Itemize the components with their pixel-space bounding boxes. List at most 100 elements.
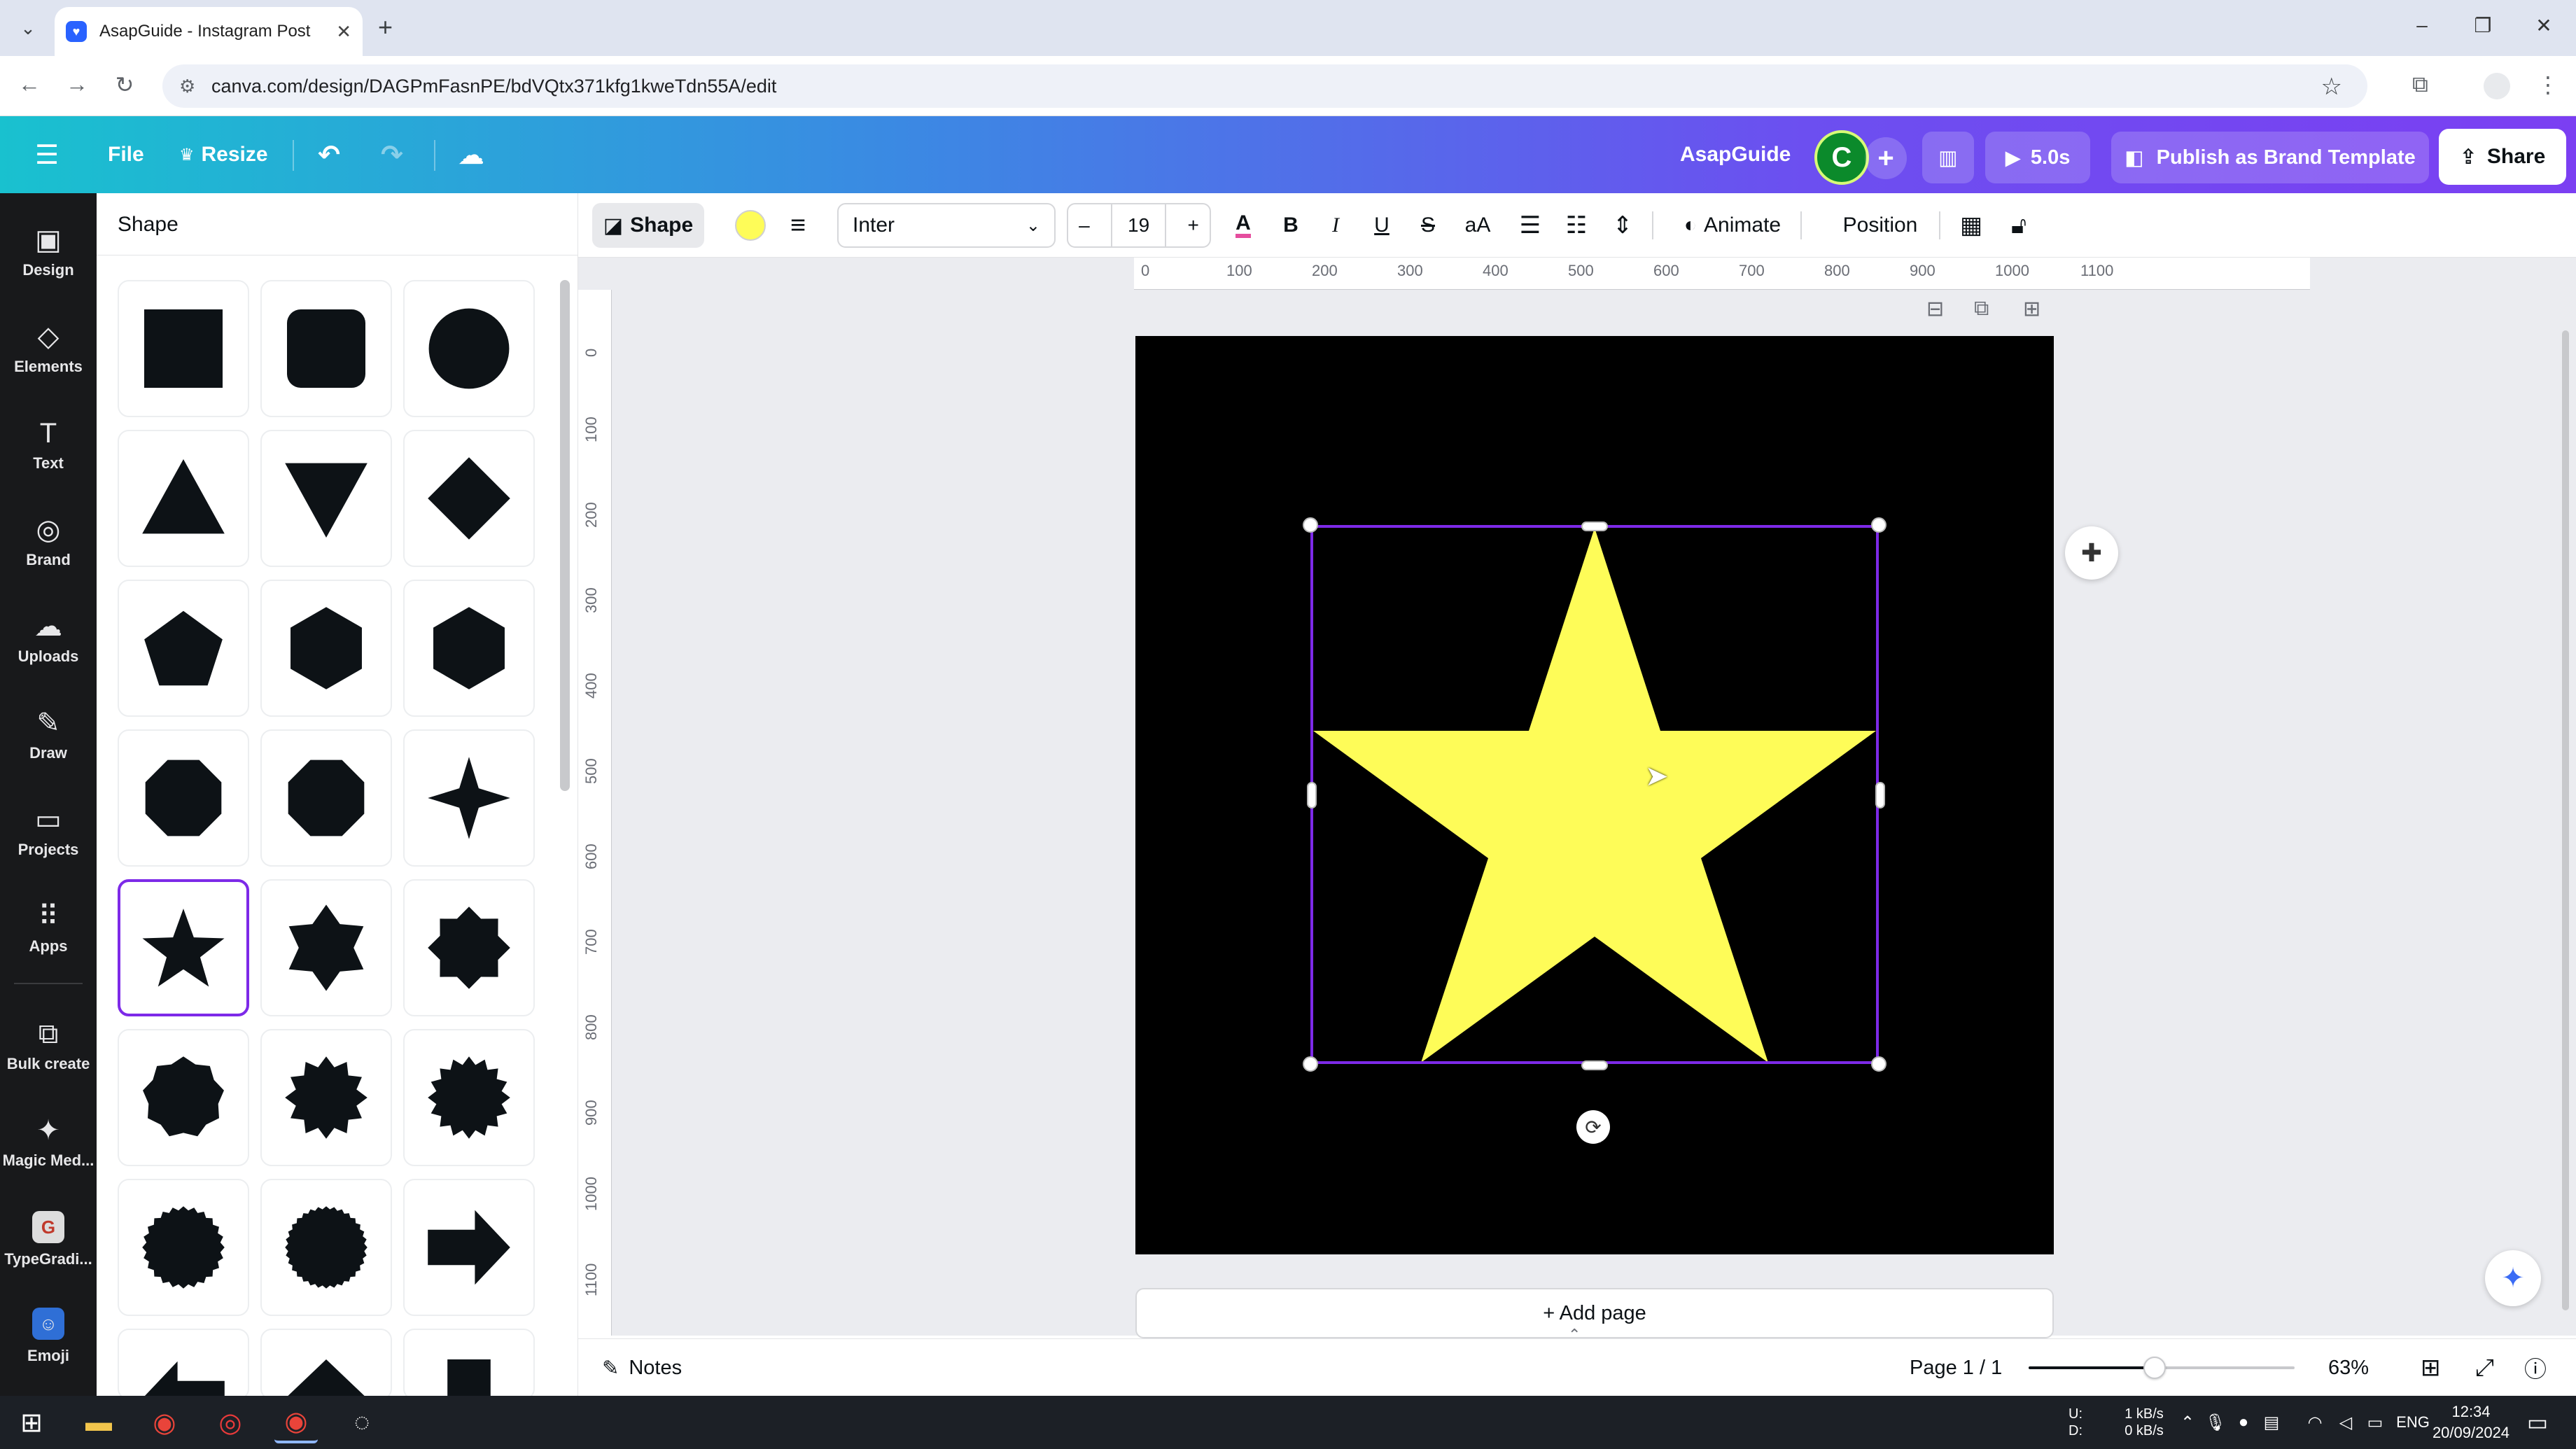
restore-icon[interactable]: ❐	[2469, 14, 2497, 37]
chrome-icon[interactable]: ◉	[143, 1401, 186, 1443]
volume-icon[interactable]: ◁	[2334, 1396, 2358, 1449]
rail-item-apps[interactable]: ⠿ Apps	[0, 883, 97, 974]
avatar[interactable]: C	[1814, 130, 1869, 185]
fill-color-button[interactable]	[728, 203, 773, 248]
decrease-size-button[interactable]: –	[1079, 214, 1090, 237]
rail-item-typegradient[interactable]: G TypeGradi...	[0, 1194, 97, 1285]
shape-option-eight-point-star[interactable]	[403, 879, 535, 1016]
redo-icon[interactable]: ↷	[381, 116, 403, 193]
notification-icon[interactable]: ▭	[2520, 1396, 2555, 1449]
add-page-icon[interactable]: ⊞	[2023, 297, 2040, 321]
zoom-slider-handle[interactable]	[2143, 1357, 2166, 1379]
team-name[interactable]: AsapGuide	[1680, 116, 1791, 193]
shape-option-five-point-star[interactable]	[118, 879, 249, 1016]
windows-start-icon[interactable]: ⊞	[10, 1401, 53, 1443]
hamburger-menu-icon[interactable]: ☰	[35, 116, 59, 193]
url-field[interactable]: ⚙ canva.com/design/DAGPmFasnPE/bdVQtx371…	[162, 64, 2367, 108]
shape-option-arrow-right[interactable]	[403, 1179, 535, 1316]
selection-box[interactable]	[1310, 525, 1879, 1064]
close-icon[interactable]: ✕	[336, 21, 351, 43]
minimize-icon[interactable]: –	[2408, 14, 2436, 36]
underline-button[interactable]: U	[1361, 203, 1403, 248]
shape-option-circle[interactable]	[403, 280, 535, 417]
help-icon[interactable]: ⓘ	[2524, 1339, 2547, 1396]
shape-option-triangle[interactable]	[118, 430, 249, 567]
border-style-icon[interactable]: ≡	[776, 203, 820, 248]
chevron-down-icon[interactable]: ⌄	[14, 14, 42, 42]
reload-icon[interactable]: ↻	[109, 71, 140, 98]
text-color-icon[interactable]: A	[1222, 203, 1264, 248]
publish-brand-template-button[interactable]: ◧ Publish as Brand Template	[2111, 132, 2429, 183]
magic-assistant-icon[interactable]: ✦	[2485, 1250, 2541, 1306]
shape-option-six-point-star[interactable]	[260, 879, 392, 1016]
arrow-left-icon[interactable]: ←	[14, 71, 45, 97]
shape-option-diamond[interactable]	[403, 430, 535, 567]
battery-icon[interactable]: ▭	[2363, 1396, 2387, 1449]
lock-page-icon[interactable]: ⊟	[1926, 297, 1944, 321]
shape-option-rounded-square[interactable]	[260, 280, 392, 417]
rail-item-uploads[interactable]: ☁ Uploads	[0, 594, 97, 685]
resize-handle-top-left[interactable]	[1303, 517, 1318, 533]
shape-option-four-point-star[interactable]	[403, 729, 535, 867]
shape-option-triangle-down[interactable]	[260, 430, 392, 567]
add-collaborator-icon[interactable]: +	[1865, 137, 1907, 179]
shape-option-pentagon[interactable]	[118, 580, 249, 717]
resize-handle-top-right[interactable]	[1871, 517, 1886, 533]
page-indicator[interactable]: Page 1 / 1	[1910, 1339, 2002, 1396]
clock[interactable]: 12:34 20/09/2024	[2415, 1396, 2527, 1449]
letter-case-button[interactable]: aA	[1453, 203, 1502, 248]
share-button[interactable]: ⇪ Share	[2439, 129, 2566, 185]
insights-chart-icon[interactable]: ▥	[1922, 132, 1974, 183]
font-size-value[interactable]: 19	[1111, 204, 1167, 246]
increase-size-button[interactable]: +	[1187, 214, 1198, 237]
shape-option-octagon-rotated[interactable]	[260, 729, 392, 867]
window-close-icon[interactable]: ✕	[2530, 14, 2558, 37]
rail-item-projects[interactable]: ▭ Projects	[0, 787, 97, 878]
resize-handle-bottom-right[interactable]	[1871, 1056, 1886, 1072]
shape-option-hexagon-horizontal[interactable]	[403, 580, 535, 717]
shape-option-seal-24[interactable]	[118, 1179, 249, 1316]
file-menu[interactable]: File	[108, 116, 144, 193]
resize-button[interactable]: ♛ Resize	[179, 116, 268, 193]
bold-button[interactable]: B	[1270, 203, 1312, 248]
tray-app-icon[interactable]: ●	[2233, 1396, 2254, 1449]
rotate-icon[interactable]: ⟳	[1576, 1110, 1610, 1144]
kebab-icon[interactable]: ⋮	[2537, 71, 2559, 98]
arrow-right-icon[interactable]: →	[62, 71, 92, 97]
resize-handle-bottom-left[interactable]	[1303, 1056, 1318, 1072]
screen-tool-icon[interactable]: ◌	[340, 1401, 384, 1443]
add-page-button[interactable]: + Add page	[1135, 1288, 2054, 1338]
italic-button[interactable]: I	[1315, 203, 1357, 248]
font-size-stepper[interactable]: – 19 +	[1067, 203, 1211, 248]
shape-option-hexagon-vertical[interactable]	[260, 580, 392, 717]
cloud-save-icon[interactable]: ☁	[458, 116, 484, 193]
rail-item-brand[interactable]: ◎ Brand	[0, 497, 97, 588]
shape-option-nonagon-badge[interactable]	[118, 1029, 249, 1166]
strikethrough-button[interactable]: S	[1407, 203, 1449, 248]
shape-option-octagon[interactable]	[118, 729, 249, 867]
fullscreen-icon[interactable]: ⤢	[2475, 1339, 2494, 1396]
lock-icon[interactable]: 🔓︎	[1998, 203, 2040, 248]
rail-item-bulk-create[interactable]: ⧉ Bulk create	[0, 1001, 97, 1092]
shape-option-arrow-left[interactable]	[118, 1329, 249, 1400]
notes-button[interactable]: ✎ Notes	[602, 1339, 682, 1396]
add-comment-icon[interactable]: ✚	[2065, 526, 2118, 580]
rail-item-emoji[interactable]: ☺ Emoji	[0, 1291, 97, 1382]
plus-icon[interactable]: +	[378, 13, 393, 42]
resize-handle-bottom[interactable]	[1581, 1060, 1608, 1070]
zoom-level[interactable]: 63%	[2328, 1339, 2369, 1396]
shape-option-chevron-up[interactable]	[260, 1329, 392, 1400]
file-explorer-icon[interactable]: ▬	[77, 1401, 120, 1443]
tray-chevron-icon[interactable]: ⌃	[2177, 1396, 2198, 1449]
shape-option-seal-32[interactable]	[260, 1179, 392, 1316]
rail-item-design[interactable]: ▣ Design	[0, 207, 97, 298]
undo-icon[interactable]: ↶	[318, 116, 340, 193]
shape-button[interactable]: ◪ Shape	[592, 203, 704, 248]
microphone-icon[interactable]: 🎙︎	[2205, 1396, 2226, 1449]
resize-handle-right[interactable]	[1875, 782, 1885, 808]
tune-icon[interactable]: ⚙	[179, 76, 195, 97]
grid-view-icon[interactable]: ⊞	[2421, 1339, 2441, 1396]
shape-option-starburst-16[interactable]	[403, 1029, 535, 1166]
rail-item-draw[interactable]: ✎ Draw	[0, 690, 97, 781]
browser-tab[interactable]: ♥ AsapGuide - Instagram Post ✕	[55, 7, 363, 56]
